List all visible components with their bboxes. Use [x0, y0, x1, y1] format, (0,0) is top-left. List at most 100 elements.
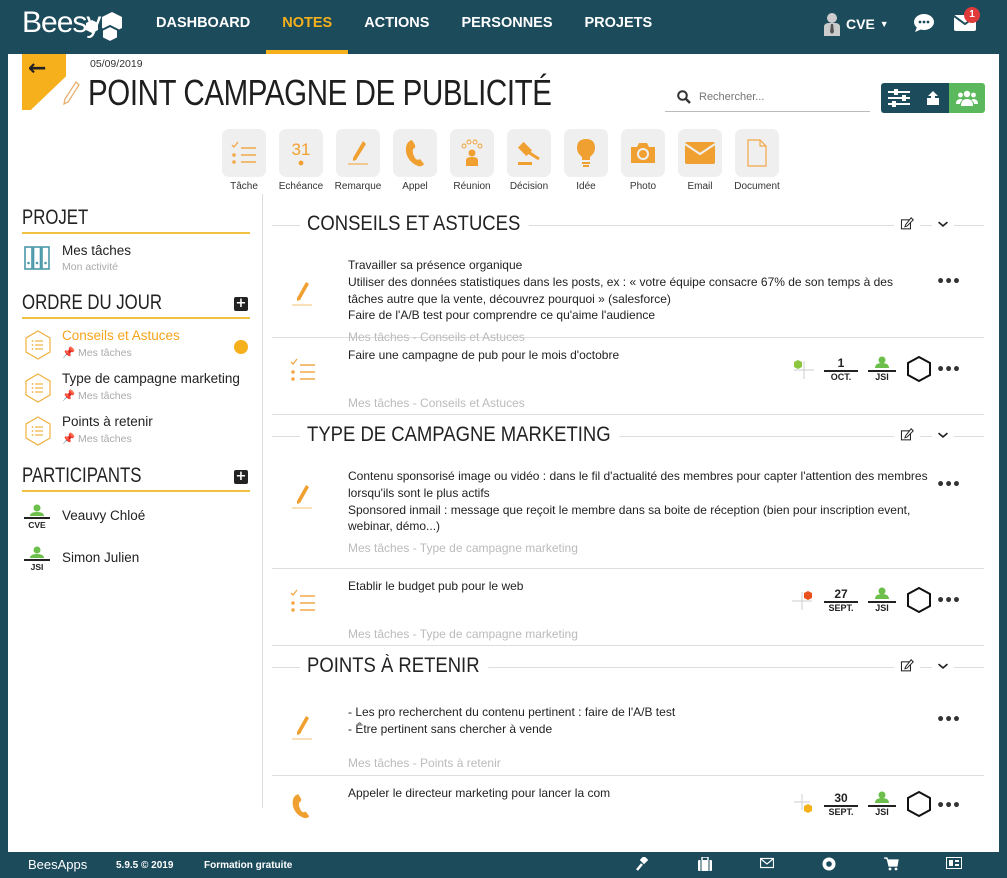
- training-link[interactable]: Formation gratuite: [204, 860, 292, 871]
- due-date[interactable]: 27 SEPT.: [824, 587, 858, 614]
- more-options-icon[interactable]: •••: [936, 593, 961, 609]
- nav-notes[interactable]: NOTES: [266, 0, 349, 54]
- note-entry[interactable]: - Les pro recherchent du contenu pertine…: [272, 690, 984, 776]
- participants-button[interactable]: [949, 83, 985, 113]
- sidebar-item-projet[interactable]: Mes tâches Mon activité: [22, 240, 250, 283]
- type-remarque-button[interactable]: Remarque: [335, 129, 381, 192]
- sidebar-item-agenda[interactable]: Conseils et Astuces 📌 Mes tâches: [22, 325, 250, 368]
- edit-section-icon[interactable]: [894, 214, 920, 234]
- lifebuoy-icon[interactable]: [822, 857, 836, 871]
- chevron-down-icon[interactable]: [932, 214, 954, 234]
- priority-icon[interactable]: [792, 794, 814, 814]
- more-options-icon[interactable]: •••: [936, 798, 961, 814]
- projet-sub: Mon activité: [62, 261, 119, 273]
- participant-name: Simon Julien: [62, 550, 140, 565]
- projet-title: PROJET: [22, 206, 89, 229]
- call-entry[interactable]: Appeler le directeur marketing pour lanc…: [272, 776, 984, 836]
- type-document-button[interactable]: Document: [734, 129, 780, 192]
- agenda-sub-text: Mes tâches: [78, 347, 132, 359]
- type-label: Appel: [402, 181, 428, 192]
- more-options-icon[interactable]: •••: [936, 712, 961, 728]
- gavel-icon: [517, 141, 540, 165]
- briefcase-icon[interactable]: [698, 857, 712, 871]
- entry-source: Mes tâches - Type de campagne marketing: [348, 541, 578, 556]
- owner-initials: JSI: [868, 369, 896, 383]
- participants-header: PARTICIPANTS +: [22, 462, 250, 492]
- nav-dashboard[interactable]: DASHBOARD: [140, 0, 266, 54]
- participant-item[interactable]: JSI Simon Julien: [22, 540, 250, 582]
- participant-item[interactable]: CVE Veauvy Chloé: [22, 498, 250, 540]
- edit-section-icon[interactable]: [894, 656, 920, 676]
- note-content: CONSEILS ET ASTUCES Travailler sa présen…: [272, 204, 984, 836]
- back-button[interactable]: ←: [22, 54, 66, 110]
- type-idee-button[interactable]: Idée: [564, 129, 608, 192]
- sidebar-item-agenda[interactable]: Points à retenir 📌 Mes tâches: [22, 411, 250, 454]
- chat-icon[interactable]: [913, 13, 935, 33]
- more-options-icon[interactable]: •••: [936, 274, 961, 290]
- type-reunion-button[interactable]: Réunion: [450, 129, 494, 192]
- user-menu[interactable]: CVE ▼: [823, 12, 889, 36]
- pencil-icon: [348, 141, 368, 165]
- beesapps-brand[interactable]: BeesApps: [28, 857, 87, 872]
- type-echeance-button[interactable]: 31 Echéance: [279, 129, 323, 192]
- more-options-icon[interactable]: •••: [936, 362, 961, 378]
- chevron-down-icon[interactable]: [932, 425, 954, 445]
- nav-actions[interactable]: ACTIONS: [348, 0, 445, 54]
- add-participant-button[interactable]: +: [234, 470, 248, 484]
- phone-icon: [292, 794, 310, 819]
- add-agenda-button[interactable]: +: [234, 297, 248, 311]
- sidebar-item-agenda[interactable]: Type de campagne marketing 📌 Mes tâches: [22, 368, 250, 411]
- note-entry[interactable]: Contenu sponsorisé image ou vidéo : dans…: [272, 459, 984, 569]
- edit-section-icon[interactable]: [894, 425, 920, 445]
- note-entry[interactable]: Travailler sa présence organique Utilise…: [272, 248, 984, 344]
- gavel-icon[interactable]: [636, 857, 650, 871]
- task-entry[interactable]: Etablir le budget pub pour le web Mes tâ…: [272, 569, 984, 646]
- status-hexagon-icon[interactable]: [906, 355, 932, 383]
- settings-sliders-button[interactable]: [881, 83, 917, 113]
- status-hexagon-icon[interactable]: [906, 790, 932, 818]
- edit-title-pencil-icon[interactable]: [62, 80, 80, 106]
- caret-down-icon: ▼: [879, 19, 889, 29]
- cart-icon[interactable]: [884, 857, 899, 871]
- type-email-button[interactable]: Email: [678, 129, 722, 192]
- search-icon: [677, 89, 691, 104]
- mail-icon[interactable]: [760, 857, 774, 869]
- task-entry[interactable]: Faire une campagne de pub pour le mois d…: [272, 338, 984, 415]
- priority-icon[interactable]: [792, 359, 814, 379]
- more-options-icon[interactable]: •••: [936, 477, 961, 493]
- due-date[interactable]: 1 OCT.: [824, 356, 858, 383]
- envelope-icon: [685, 142, 715, 164]
- binders-icon: [24, 246, 50, 270]
- due-day: 27: [824, 587, 858, 603]
- nav-projets[interactable]: PROJETS: [569, 0, 669, 54]
- pencil-icon: [292, 716, 312, 740]
- hex-list-icon: [25, 373, 51, 403]
- type-photo-button[interactable]: Photo: [621, 129, 665, 192]
- pin-icon: 📌: [62, 390, 76, 402]
- search-input[interactable]: [699, 90, 859, 103]
- task-list-icon: [290, 589, 315, 612]
- type-label: Photo: [629, 181, 657, 192]
- priority-icon[interactable]: [792, 590, 814, 610]
- task-owner[interactable]: JSI: [868, 791, 896, 818]
- user-initials: CVE: [846, 16, 875, 32]
- task-owner[interactable]: JSI: [868, 587, 896, 614]
- status-hexagon-icon[interactable]: [906, 586, 932, 614]
- owner-icon: [875, 587, 889, 599]
- odj-title: ORDRE DU JOUR: [22, 291, 163, 314]
- type-label: Echéance: [278, 181, 324, 192]
- type-decision-button[interactable]: Décision: [507, 129, 551, 192]
- version-text: 5.9.5 © 2019: [116, 860, 174, 871]
- type-tache-button[interactable]: Tâche: [222, 129, 266, 192]
- chevron-down-icon[interactable]: [932, 656, 954, 676]
- type-appel-button[interactable]: Appel: [393, 129, 437, 192]
- main-nav: DASHBOARD NOTES ACTIONS PERSONNES PROJET…: [140, 0, 668, 54]
- card-icon[interactable]: [946, 857, 962, 869]
- export-button[interactable]: [917, 83, 949, 113]
- hex-list-icon: [25, 416, 51, 446]
- due-date[interactable]: 30 SEPT.: [824, 791, 858, 818]
- task-owner[interactable]: JSI: [868, 356, 896, 383]
- nav-personnes[interactable]: PERSONNES: [445, 0, 568, 54]
- owner-initials: JSI: [868, 804, 896, 818]
- note-title[interactable]: POINT CAMPAGNE DE PUBLICITÉ: [88, 72, 552, 114]
